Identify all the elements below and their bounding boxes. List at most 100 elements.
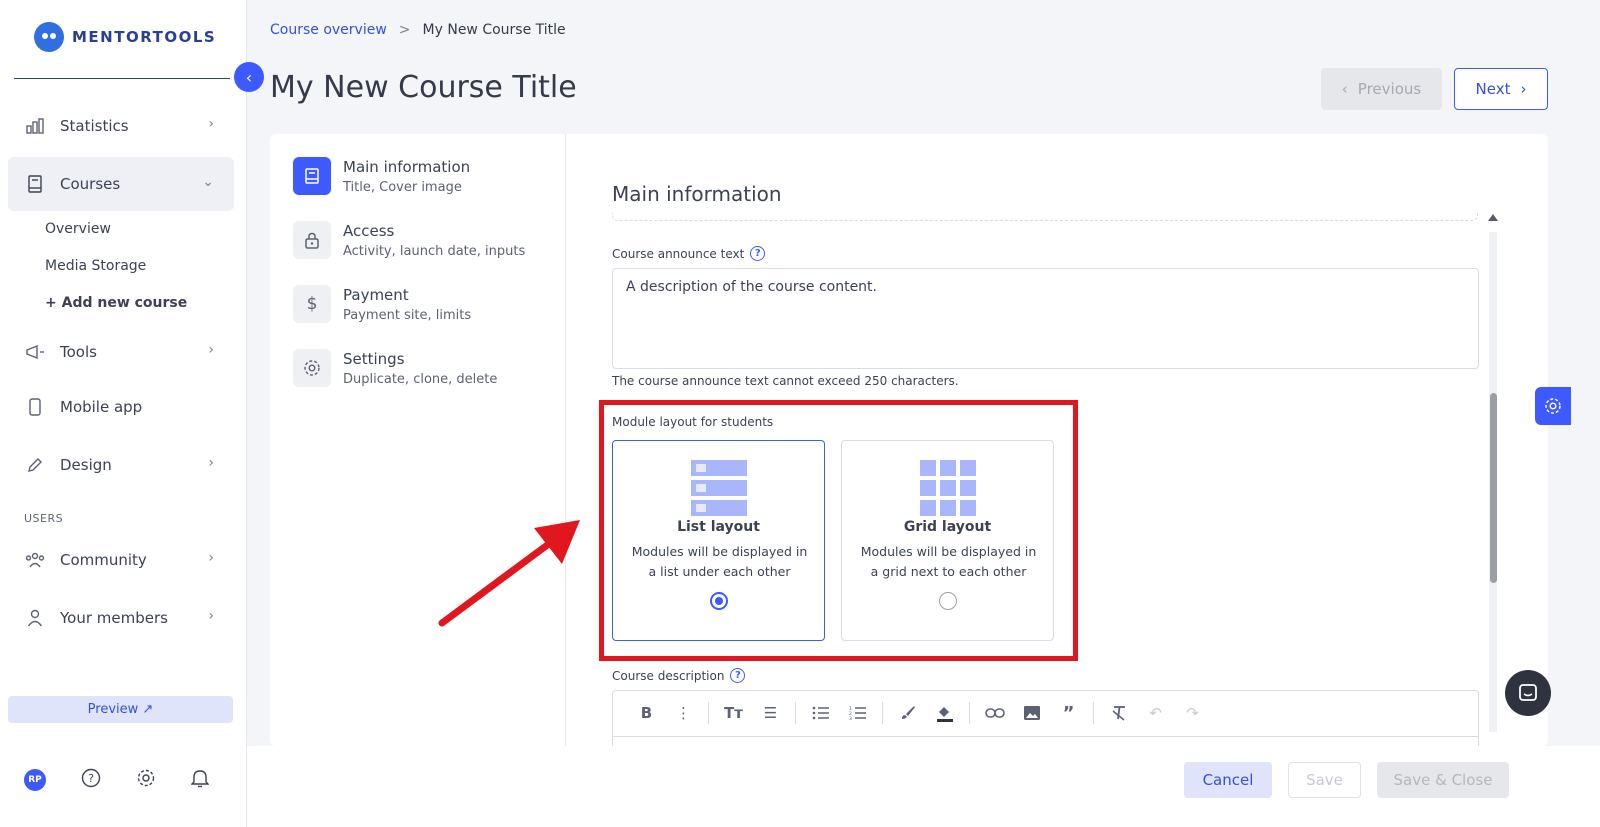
lock-icon <box>293 221 331 259</box>
editor-toolbar: B ⋮ Tт ☰ 123 ” ↶ ↷ <box>612 690 1479 737</box>
chat-icon <box>1519 684 1537 701</box>
gear-icon <box>293 349 331 387</box>
breadcrumb-course-overview[interactable]: Course overview <box>270 22 387 38</box>
sidebar-item-community[interactable]: Community › <box>8 533 234 587</box>
image-icon[interactable] <box>1013 700 1050 726</box>
breadcrumb: Course overview > My New Course Title <box>270 22 566 38</box>
link-icon[interactable] <box>976 700 1013 726</box>
toolbar-separator <box>882 702 883 724</box>
sidebar-item-your-members[interactable]: Your members › <box>8 591 234 645</box>
list-layout-icon <box>691 460 747 516</box>
chevron-left-icon: ‹ <box>1341 80 1348 98</box>
steps-divider <box>565 134 566 746</box>
toolbar-separator <box>1093 702 1094 724</box>
next-label: Next <box>1475 80 1511 98</box>
next-button[interactable]: Next › <box>1454 68 1548 110</box>
brand-logo[interactable]: MENTORTOOLS <box>34 22 216 52</box>
section-title: Main information <box>612 182 782 206</box>
sidebar-subitem-media-storage[interactable]: Media Storage <box>45 258 146 274</box>
scroll-up-arrow-icon[interactable] <box>1488 214 1498 221</box>
sidebar-divider <box>14 78 230 79</box>
step-payment[interactable]: $ Payment Payment site, limits <box>293 285 471 323</box>
toolbar-separator <box>795 702 796 724</box>
quote-icon[interactable]: ” <box>1050 700 1087 726</box>
step-access[interactable]: Access Activity, launch date, inputs <box>293 221 525 259</box>
brush-icon[interactable] <box>889 700 926 726</box>
module-layout-label: Module layout for students <box>612 415 773 429</box>
sidebar-item-label: Statistics <box>60 117 129 135</box>
bell-icon[interactable] <box>190 768 210 792</box>
list-layout-radio[interactable] <box>710 592 728 610</box>
step-title: Access <box>343 222 395 240</box>
help-icon[interactable]: ? <box>750 246 766 261</box>
collapse-sidebar-button[interactable]: ‹ <box>234 62 264 92</box>
step-subtitle: Duplicate, clone, delete <box>343 372 498 387</box>
help-icon[interactable]: ? <box>730 668 746 683</box>
book-icon <box>24 173 46 195</box>
step-title: Settings <box>343 350 405 368</box>
sidebar-item-statistics[interactable]: Statistics › <box>8 99 234 153</box>
gear-icon <box>1545 398 1561 414</box>
previous-label: Previous <box>1357 80 1422 98</box>
megaphone-icon <box>24 341 46 363</box>
cancel-button[interactable]: Cancel <box>1184 762 1272 798</box>
description-label: Course description <box>612 668 725 683</box>
sidebar-item-label: Community <box>60 551 147 569</box>
sidebar: MENTORTOOLS Statistics › Courses ⌄ Overv… <box>0 0 247 827</box>
bullet-list-icon[interactable] <box>802 700 839 726</box>
avatar[interactable]: RP <box>24 769 46 791</box>
layout-description: Modules will be displayed in a list unde… <box>631 544 808 579</box>
bar-chart-icon <box>24 115 46 137</box>
toolbar-separator <box>969 702 970 724</box>
grid-layout-icon <box>920 460 976 516</box>
preview-button[interactable]: Preview ↗ <box>8 696 233 723</box>
sidebar-item-tools[interactable]: Tools › <box>8 325 234 379</box>
user-icon <box>24 607 46 629</box>
settings-fab[interactable] <box>1535 387 1571 425</box>
step-subtitle: Activity, launch date, inputs <box>343 244 526 259</box>
previous-button[interactable]: ‹ Previous <box>1321 68 1442 110</box>
bold-icon[interactable]: B <box>628 700 665 726</box>
clear-format-icon[interactable] <box>1100 700 1137 726</box>
step-main-information[interactable]: Main information Title, Cover image <box>293 157 470 195</box>
text-size-icon[interactable]: Tт <box>715 700 752 726</box>
step-subtitle: Payment site, limits <box>343 308 472 323</box>
sidebar-footer: RP ? <box>24 768 210 792</box>
sidebar-item-label: Tools <box>60 343 97 361</box>
grid-layout-radio[interactable] <box>939 592 957 610</box>
svg-text:?: ? <box>88 772 94 785</box>
sidebar-item-label: Mobile app <box>60 398 143 416</box>
gear-icon[interactable] <box>136 768 156 792</box>
sidebar-item-mobile-app[interactable]: Mobile app <box>8 380 234 434</box>
more-vertical-icon[interactable]: ⋮ <box>665 700 702 726</box>
chat-button[interactable] <box>1505 670 1551 716</box>
chevron-right-icon: › <box>208 455 214 471</box>
community-icon <box>24 549 46 571</box>
sidebar-item-label: Your members <box>60 609 168 627</box>
undo-icon[interactable]: ↶ <box>1137 700 1174 726</box>
announce-text-input[interactable]: A description of the course content. <box>612 268 1479 369</box>
sidebar-item-courses[interactable]: Courses ⌄ <box>8 157 234 211</box>
sidebar-subitem-add-course[interactable]: + Add new course <box>45 295 187 311</box>
toolbar-separator <box>708 702 709 724</box>
layout-description: Modules will be displayed in a grid next… <box>860 544 1037 579</box>
help-icon[interactable]: ? <box>81 768 101 792</box>
save-button[interactable]: Save <box>1288 762 1361 798</box>
announce-label-row: Course announce text ? <box>612 246 766 261</box>
redo-icon[interactable]: ↷ <box>1174 700 1211 726</box>
scrollbar-thumb[interactable] <box>1490 393 1497 583</box>
sidebar-item-design[interactable]: Design › <box>8 438 234 492</box>
section-label-users: USERS <box>24 512 64 525</box>
grid-layout-option[interactable]: Grid layout Modules will be displayed in… <box>841 440 1054 641</box>
fill-color-icon[interactable] <box>926 700 963 726</box>
numbered-list-icon[interactable]: 123 <box>839 700 876 726</box>
announce-hint: The course announce text cannot exceed 2… <box>612 374 959 388</box>
chevron-right-icon: › <box>208 342 214 358</box>
announce-label: Course announce text <box>612 246 745 261</box>
module-layout-label-text: Module layout for students <box>612 415 774 429</box>
align-icon[interactable]: ☰ <box>752 700 789 726</box>
sidebar-subitem-overview[interactable]: Overview <box>45 221 111 237</box>
step-settings[interactable]: Settings Duplicate, clone, delete <box>293 349 497 387</box>
save-close-button[interactable]: Save & Close <box>1377 762 1509 798</box>
list-layout-option[interactable]: List layout Modules will be displayed in… <box>612 440 825 641</box>
